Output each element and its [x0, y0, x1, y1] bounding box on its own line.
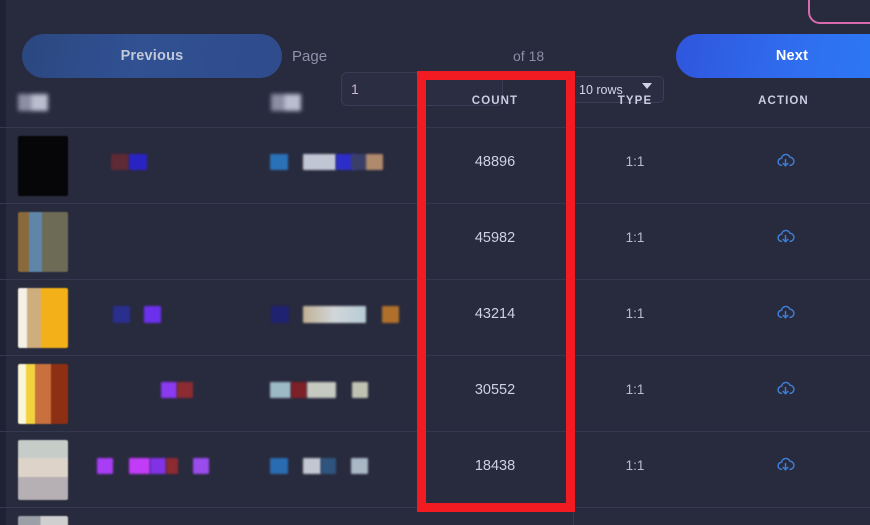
- redacted-text-block: [113, 306, 130, 323]
- redacted-text-block: [150, 458, 166, 474]
- redacted-thumbnail: [18, 364, 68, 424]
- cell-type: 1:1: [625, 154, 645, 169]
- next-page-button[interactable]: Next: [676, 34, 870, 78]
- redacted-tag: [270, 154, 288, 170]
- cell-count: 45982: [474, 230, 516, 246]
- redacted-thumbnail: [18, 288, 68, 348]
- redacted-thumbnail: [18, 516, 68, 525]
- cell-type: 1:1: [625, 306, 645, 321]
- table-row[interactable]: 48896 1:1: [0, 128, 870, 204]
- cloud-download-icon[interactable]: [775, 454, 796, 475]
- redacted-tag: [321, 458, 336, 474]
- redacted-text-block: [129, 154, 147, 170]
- cell-type: 1:1: [625, 382, 645, 397]
- redacted-text-block: [161, 382, 177, 398]
- previous-page-button[interactable]: Previous: [22, 34, 282, 78]
- cell-type: 1:1: [625, 458, 645, 473]
- table-row[interactable]: [0, 508, 870, 525]
- page-label: Page: [292, 47, 328, 65]
- redacted-tag: [303, 154, 336, 170]
- column-header-type[interactable]: TYPE: [573, 95, 697, 107]
- column-header-action[interactable]: ACTION: [697, 95, 870, 107]
- redacted-tag: [351, 154, 367, 170]
- results-table: COUNT TYPE ACTION 48896 1:1 45982 1:1 43…: [0, 79, 870, 525]
- redacted-text-block: [193, 458, 209, 474]
- redacted-thumbnail: [18, 212, 68, 272]
- redacted-text-block: [129, 458, 150, 474]
- cloud-download-icon[interactable]: [775, 150, 796, 171]
- redacted-column-header-1: [18, 94, 48, 111]
- table-row[interactable]: 30552 1:1: [0, 356, 870, 432]
- redacted-tag: [366, 154, 383, 170]
- table-header-row: COUNT TYPE ACTION: [0, 79, 870, 128]
- cell-type: 1:1: [625, 230, 645, 245]
- table-row[interactable]: 43214 1:1: [0, 280, 870, 356]
- redacted-tag: [271, 306, 289, 323]
- redacted-text-block: [177, 382, 193, 398]
- redacted-thumbnail: [18, 136, 68, 196]
- redacted-tag: [270, 382, 291, 398]
- pagination-toolbar: Previous Page of 18 10 rows Next: [0, 33, 870, 106]
- cloud-download-icon[interactable]: [775, 378, 796, 399]
- column-header-count[interactable]: COUNT: [417, 95, 573, 107]
- table-row[interactable]: 18438 1:1: [0, 432, 870, 508]
- redacted-tag: [382, 306, 399, 323]
- redacted-tag: [303, 458, 321, 474]
- cell-count: 48896: [474, 154, 516, 170]
- redacted-tag: [291, 382, 307, 398]
- redacted-text-block: [166, 458, 178, 474]
- cell-count: 43214: [474, 306, 516, 322]
- cell-count: 30552: [474, 382, 516, 398]
- redacted-tag: [352, 382, 368, 398]
- redacted-column-header-2: [271, 94, 301, 111]
- redacted-tag: [303, 306, 366, 323]
- redacted-tag: [270, 458, 288, 474]
- redacted-thumbnail: [18, 440, 68, 500]
- column-separator: [573, 508, 574, 525]
- cloud-download-icon[interactable]: [775, 226, 796, 247]
- highlighted-panel-corner: [808, 0, 870, 24]
- redacted-tag: [351, 458, 368, 474]
- redacted-tag: [307, 382, 336, 398]
- redacted-text-block: [97, 458, 113, 474]
- table-row[interactable]: 45982 1:1: [0, 204, 870, 280]
- cell-count: 18438: [474, 458, 516, 474]
- total-pages-label: of 18: [513, 48, 545, 64]
- data-table-page: Previous Page of 18 10 rows Next COUNT T…: [0, 0, 870, 525]
- redacted-text-block: [144, 306, 161, 323]
- redacted-text-block: [111, 154, 129, 170]
- cloud-download-icon[interactable]: [775, 302, 796, 323]
